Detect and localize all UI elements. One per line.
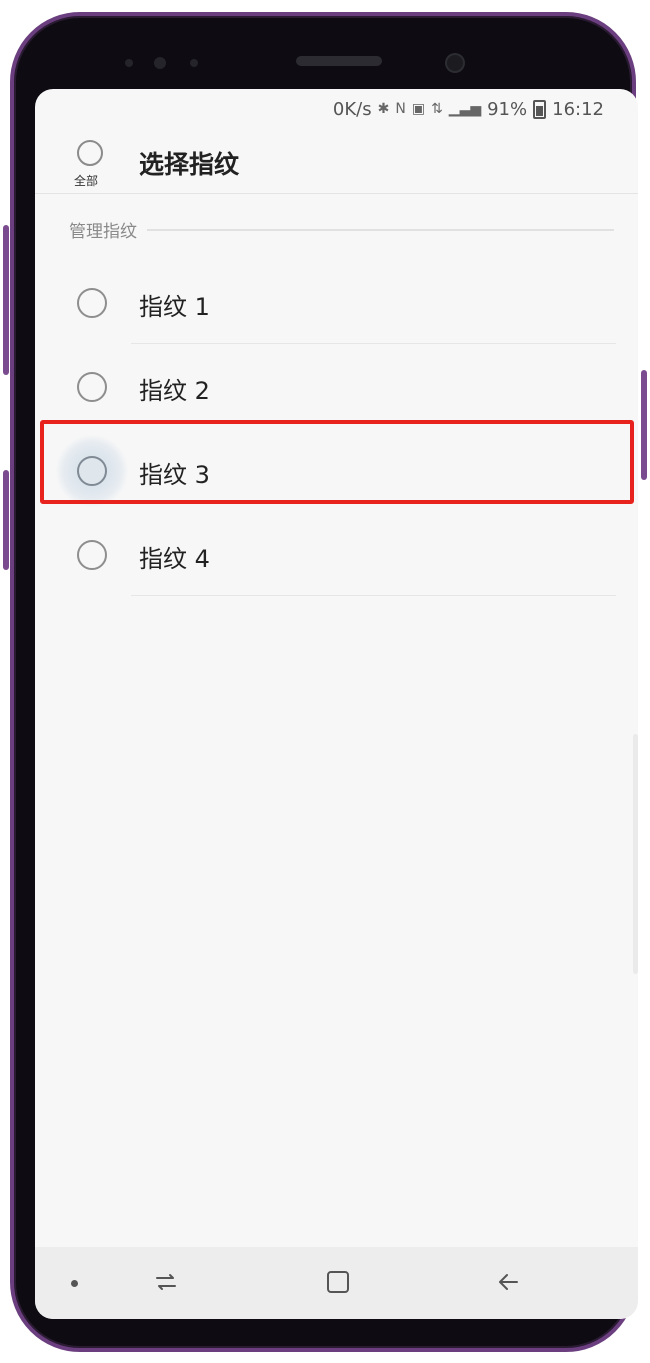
fingerprint-label: 指纹 2 <box>139 377 210 405</box>
page-title: 选择指纹 <box>139 150 240 179</box>
earpiece-speaker <box>296 56 382 66</box>
highlight-annotation-box <box>40 420 634 504</box>
section-label: 管理指纹 <box>69 222 137 242</box>
home-icon[interactable] <box>327 1271 349 1293</box>
fingerprint-item-1[interactable]: 指纹 1 <box>35 260 638 344</box>
navigation-bar <box>35 1247 638 1319</box>
radio-button[interactable] <box>77 372 107 402</box>
list-divider <box>131 595 616 596</box>
radio-button[interactable] <box>77 540 107 570</box>
nfc-icon: Ν <box>395 101 406 117</box>
fingerprint-label: 指纹 1 <box>139 293 210 321</box>
phone-frame: 0K/s ✱ Ν ▣ ⇅ ▁▃▅ 91% 16:12 全部 选择指纹 管理指纹 … <box>10 12 638 1352</box>
section-header: 管理指纹 <box>69 217 614 242</box>
fingerprint-label: 指纹 4 <box>139 545 210 573</box>
battery-icon <box>533 99 547 119</box>
dot-indicator-icon[interactable] <box>71 1280 78 1287</box>
network-speed: 0K/s <box>332 98 372 120</box>
4g-icon: ⇅ <box>431 101 443 117</box>
fingerprint-item-2[interactable]: 指纹 2 <box>35 344 638 428</box>
battery-percent: 91% <box>487 98 528 120</box>
iris-scanner-icon <box>154 57 166 69</box>
bluetooth-icon: ✱ <box>377 101 390 117</box>
radio-button[interactable] <box>77 288 107 318</box>
vibrate-icon: ▣ <box>411 101 426 117</box>
back-icon[interactable] <box>495 1269 521 1295</box>
bixby-button[interactable] <box>3 470 9 570</box>
volume-button[interactable] <box>3 225 9 375</box>
proximity-sensor-icon <box>190 59 198 67</box>
status-bar: 0K/s ✱ Ν ▣ ⇅ ▁▃▅ 91% 16:12 <box>35 89 638 129</box>
clock: 16:12 <box>552 98 604 120</box>
edge-panel-handle[interactable] <box>633 734 638 974</box>
screen: 0K/s ✱ Ν ▣ ⇅ ▁▃▅ 91% 16:12 全部 选择指纹 管理指纹 … <box>35 89 638 1319</box>
fingerprint-item-4[interactable]: 指纹 4 <box>35 512 638 596</box>
front-camera-icon <box>447 55 463 71</box>
power-button[interactable] <box>641 370 647 480</box>
signal-icon: ▁▃▅ <box>448 101 482 117</box>
selection-header: 全部 选择指纹 <box>35 131 638 193</box>
header-divider <box>35 193 638 194</box>
select-all-checkbox[interactable] <box>77 140 103 166</box>
recent-apps-icon[interactable] <box>153 1269 179 1295</box>
select-all-label: 全部 <box>74 174 99 188</box>
sensor-icon <box>125 59 133 67</box>
section-divider <box>147 228 614 231</box>
